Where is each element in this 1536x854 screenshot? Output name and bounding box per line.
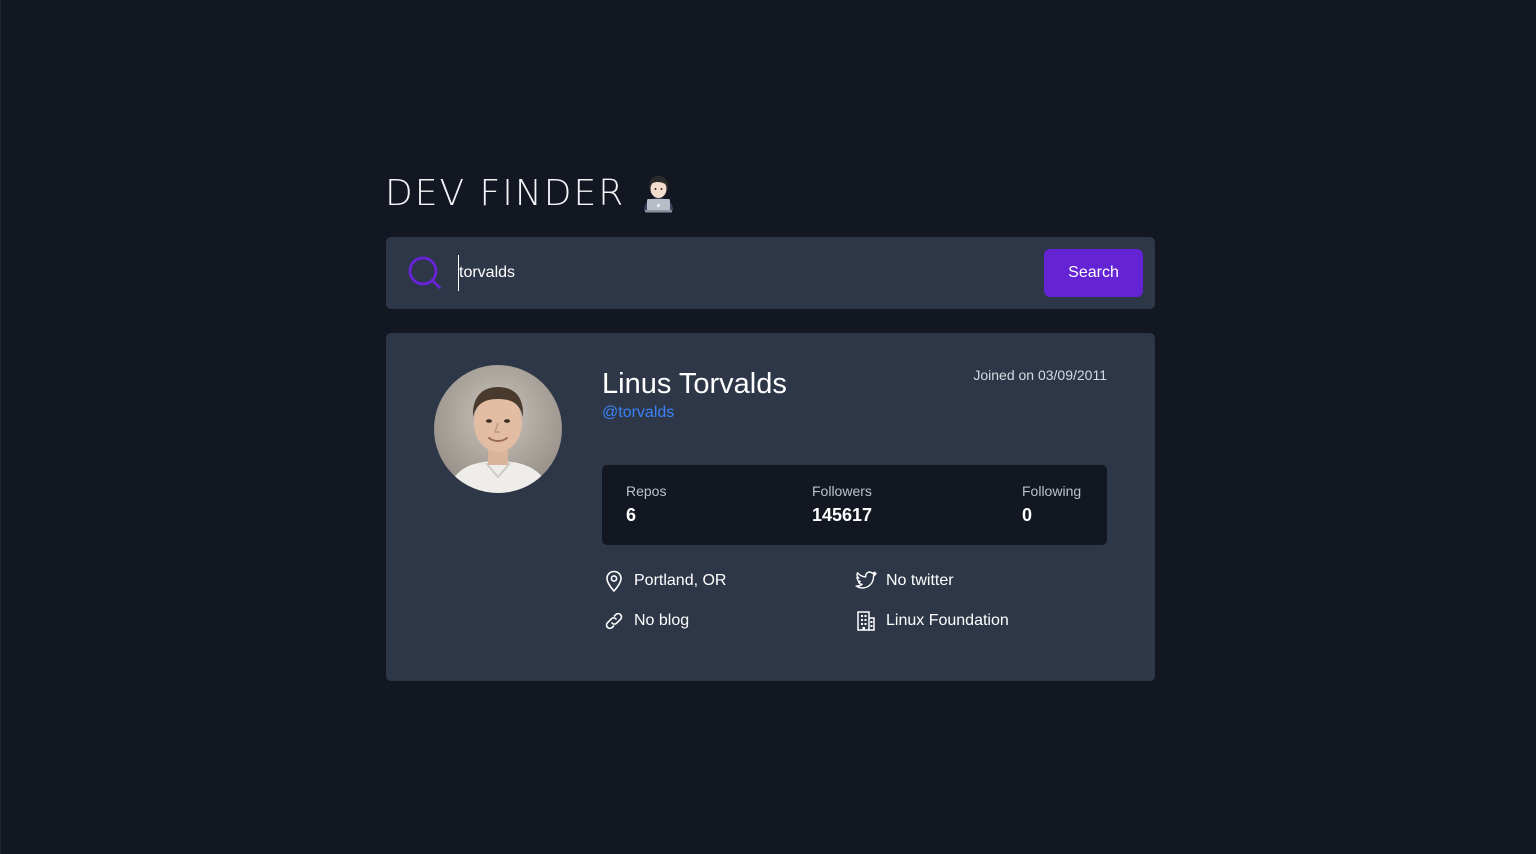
page-title: DEV FINDER xyxy=(385,173,626,214)
stat-following: Following 0 xyxy=(1022,482,1081,527)
map-pin-icon xyxy=(602,569,626,593)
info-location: Portland, OR xyxy=(602,568,726,594)
stat-value: 0 xyxy=(1022,505,1033,525)
header: DEV FINDER xyxy=(385,172,1155,216)
search-input[interactable] xyxy=(458,255,1019,291)
stat-label: Followers xyxy=(812,483,872,499)
profile-card: Linus Torvalds @torvalds Joined on 03/09… xyxy=(386,333,1155,681)
joined-date: Joined on 03/09/2011 xyxy=(973,367,1107,383)
technologist-icon xyxy=(641,175,675,213)
window-edge xyxy=(0,0,1,854)
search-button[interactable]: Search xyxy=(1044,249,1143,297)
stats-panel: Repos 6 Followers 145617 Following 0 xyxy=(602,465,1107,545)
stat-value: 145617 xyxy=(812,505,873,525)
info-twitter: No twitter xyxy=(854,568,954,594)
profile-handle-link[interactable]: @torvalds xyxy=(602,403,674,423)
search-icon xyxy=(408,256,442,290)
app-shell: DEV FINDER torvalds Search Linus Torvald… xyxy=(0,0,1536,854)
info-blog-text: No blog xyxy=(634,612,690,629)
profile-name: Linus Torvalds xyxy=(602,368,787,400)
info-location-text: Portland, OR xyxy=(634,572,727,589)
search-bar: Search xyxy=(386,237,1155,309)
info-company-text: Linux Foundation xyxy=(886,612,1009,629)
avatar xyxy=(434,365,562,493)
stat-value: 6 xyxy=(626,505,637,525)
stat-label: Following xyxy=(1022,483,1082,499)
main-container: DEV FINDER torvalds Search Linus Torvald… xyxy=(385,172,1155,681)
building-icon xyxy=(854,609,878,633)
stat-repos: Repos 6 xyxy=(626,482,666,527)
info-company: Linux Foundation xyxy=(854,608,1009,634)
stat-label: Repos xyxy=(626,483,667,499)
stat-followers: Followers 145617 xyxy=(812,482,872,527)
link-icon xyxy=(602,609,626,633)
info-twitter-text: No twitter xyxy=(886,572,954,589)
info-blog: No blog xyxy=(602,608,689,634)
twitter-icon xyxy=(854,569,878,593)
